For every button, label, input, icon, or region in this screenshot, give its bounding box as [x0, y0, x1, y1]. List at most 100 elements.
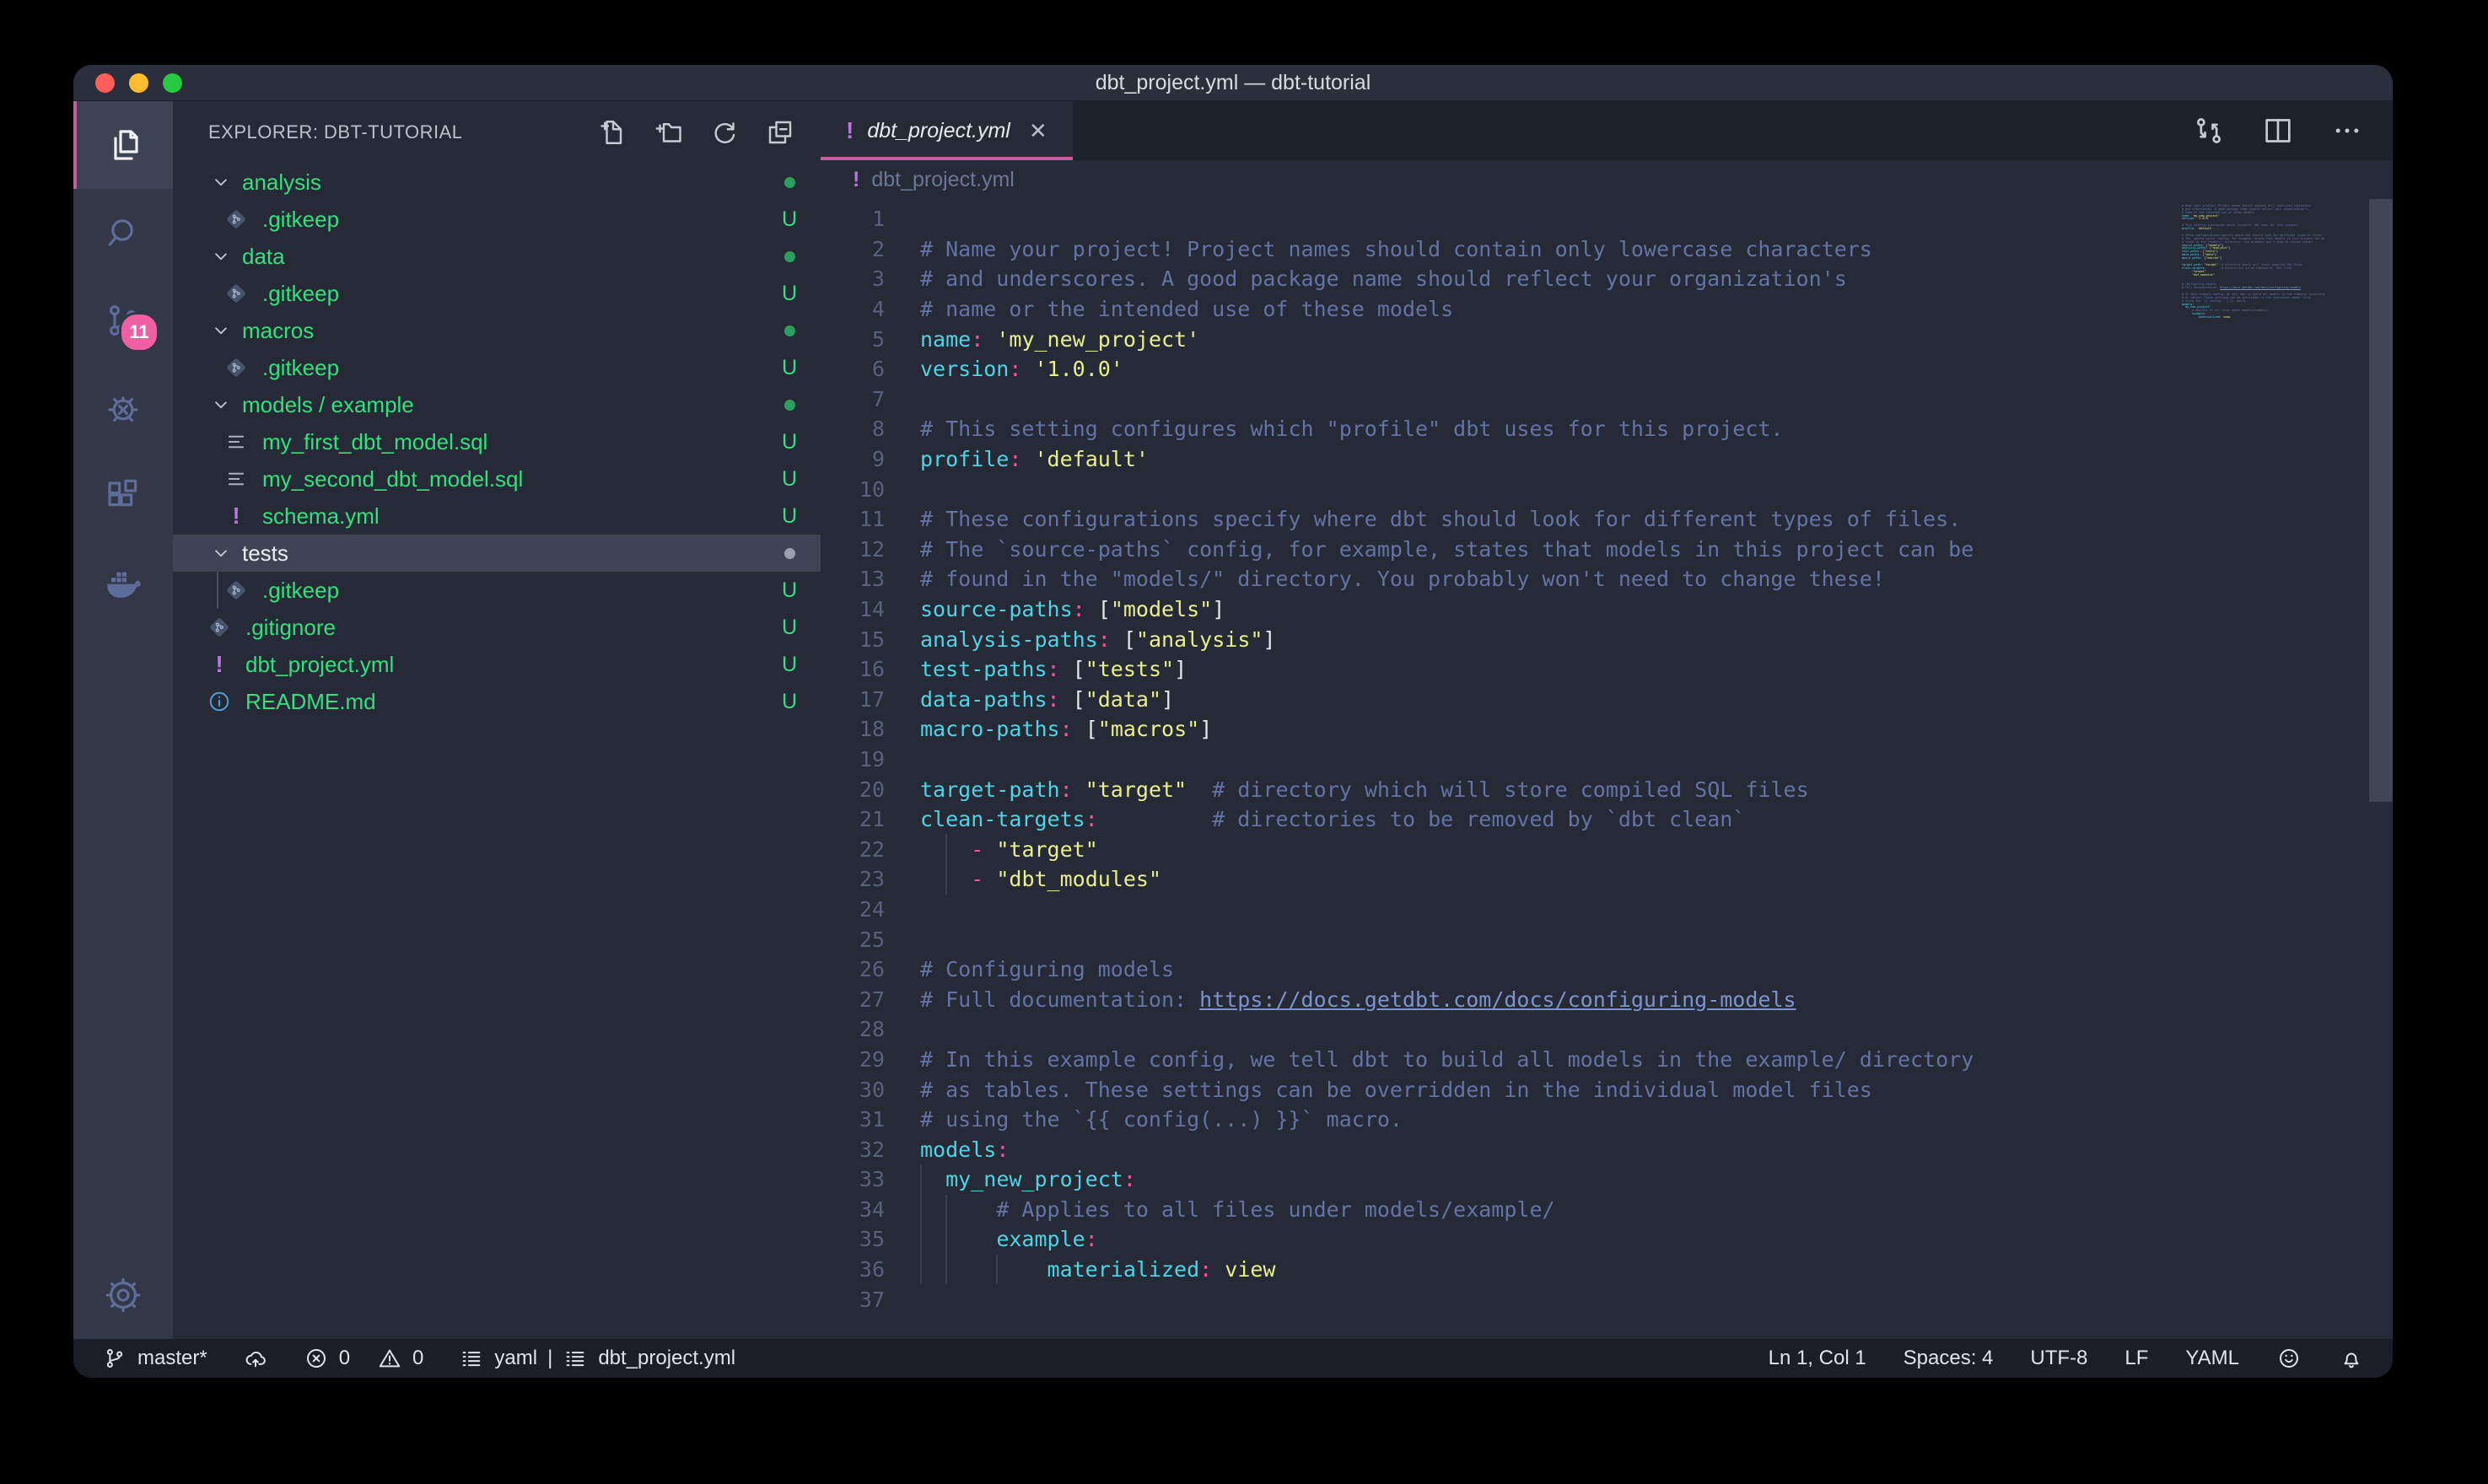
code-line[interactable]: 4# name or the intended use of these mod…	[821, 294, 2393, 325]
code-line[interactable]: 26# Configuring models	[821, 954, 2393, 985]
encoding-item[interactable]: UTF-8	[2030, 1347, 2087, 1370]
tree-item-label: macros	[242, 318, 784, 344]
new-file-button[interactable]	[598, 117, 628, 148]
collapse-all-button[interactable]	[765, 117, 795, 148]
sync-item[interactable]	[243, 1346, 268, 1371]
refresh-button[interactable]	[709, 117, 740, 148]
tree-item-dbt-project-yml[interactable]: !dbt_project.ymlU	[173, 646, 821, 683]
smiley-icon	[2276, 1346, 2302, 1371]
code-line[interactable]: 20target-path: "target" # directory whic…	[821, 774, 2393, 804]
code-line[interactable]: 19	[821, 745, 2393, 775]
more-actions-button[interactable]	[2330, 114, 2364, 148]
tree-item--gitkeep[interactable]: .gitkeepU	[173, 201, 821, 238]
sql-file-icon	[223, 429, 249, 454]
explorer-header: EXPLORER: DBT-TUTORIAL	[173, 101, 821, 164]
cursor-position[interactable]: Ln 1, Col 1	[1769, 1347, 1866, 1370]
activity-source-control[interactable]: 11	[73, 277, 173, 364]
feedback-item[interactable]	[2276, 1346, 2302, 1371]
open-changes-button[interactable]	[2192, 114, 2226, 148]
tree-item-readme-md[interactable]: README.mdU	[173, 683, 821, 720]
problems-item[interactable]: 0 0	[304, 1346, 424, 1371]
error-icon	[304, 1346, 329, 1371]
git-branch-item[interactable]: master*	[102, 1346, 207, 1371]
linter-file: dbt_project.yml	[598, 1347, 735, 1370]
code-line[interactable]: 7	[821, 384, 2393, 415]
language-mode-item[interactable]: YAML	[2185, 1347, 2239, 1370]
tree-item-my-first-dbt-model-sql[interactable]: my_first_dbt_model.sqlU	[173, 423, 821, 460]
code-line[interactable]: 10	[821, 474, 2393, 504]
notifications-item[interactable]	[2339, 1346, 2364, 1371]
code-line[interactable]: 31# using the `{{ config(...) }}` macro.	[821, 1105, 2393, 1135]
code-line[interactable]: 3# and underscores. A good package name …	[821, 264, 2393, 294]
code-line[interactable]: 24	[821, 895, 2393, 925]
code-line[interactable]: 8# This setting configures which "profil…	[821, 414, 2393, 444]
tree-item--gitignore[interactable]: .gitignoreU	[173, 609, 821, 646]
code-line[interactable]: 17data-paths: ["data"]	[821, 685, 2393, 715]
line-number: 8	[821, 417, 885, 441]
minimap[interactable]: # Name your project! Project names shoul…	[2173, 201, 2367, 322]
code-line[interactable]: 21clean-targets: # directories to be rem…	[821, 804, 2393, 835]
code-line[interactable]: 36 materialized: view	[821, 1255, 2393, 1285]
code-line[interactable]: 18macro-paths: ["macros"]	[821, 714, 2393, 745]
code-line[interactable]: 12# The `source-paths` config, for examp…	[821, 535, 2393, 565]
tab-dbt-project-yml[interactable]: ! dbt_project.yml ✕	[821, 101, 1073, 160]
git-untracked-badge: U	[782, 653, 797, 677]
activity-explorer[interactable]	[73, 101, 173, 189]
split-editor-button[interactable]	[2261, 114, 2295, 148]
folder-modified-dot	[784, 400, 795, 411]
tree-item-tests[interactable]: tests	[173, 535, 821, 572]
code-line[interactable]: 30# as tables. These settings can be ove…	[821, 1074, 2393, 1105]
code-line[interactable]: 1	[821, 204, 2393, 234]
code-line[interactable]: 14source-paths: ["models"]	[821, 594, 2393, 625]
activity-search[interactable]	[73, 189, 173, 277]
chevron-down-icon	[210, 171, 232, 193]
code-line[interactable]: 33 my_new_project:	[821, 1164, 2393, 1195]
indentation-item[interactable]: Spaces: 4	[1904, 1347, 1994, 1370]
indent-guide	[920, 1255, 922, 1285]
activity-extensions[interactable]	[73, 452, 173, 540]
code-line[interactable]: 6version: '1.0.0'	[821, 354, 2393, 384]
code-line[interactable]: 28	[821, 1014, 2393, 1045]
tree-item-data[interactable]: data	[173, 238, 821, 275]
code-line[interactable]: 23 - "dbt_modules"	[821, 864, 2393, 895]
code-line[interactable]: 25	[821, 924, 2393, 954]
code-line[interactable]: 37	[821, 1284, 2393, 1315]
code-editor[interactable]: 12# Name your project! Project names sho…	[821, 199, 2393, 1339]
tree-item--gitkeep[interactable]: .gitkeepU	[173, 572, 821, 609]
tree-item-schema-yml[interactable]: !schema.ymlU	[173, 497, 821, 535]
code-line[interactable]: 29# In this example config, we tell dbt …	[821, 1045, 2393, 1075]
new-folder-button[interactable]	[654, 117, 684, 148]
activity-settings[interactable]	[73, 1251, 173, 1339]
code-line[interactable]: 35 example:	[821, 1224, 2393, 1255]
code-line[interactable]: 34 # Applies to all files under models/e…	[821, 1195, 2393, 1225]
code-line[interactable]: 13# found in the "models/" directory. Yo…	[821, 564, 2393, 594]
tree-item--gitkeep[interactable]: .gitkeepU	[173, 275, 821, 312]
code-line[interactable]: 32models:	[821, 1134, 2393, 1164]
close-tab-icon[interactable]: ✕	[1024, 118, 1047, 144]
activity-bar: 11	[73, 101, 173, 1339]
code-line[interactable]: 9profile: 'default'	[821, 444, 2393, 475]
code-line[interactable]: 11# These configurations specify where d…	[821, 504, 2393, 535]
breadcrumb[interactable]: ! dbt_project.yml	[821, 160, 2393, 199]
code-line[interactable]: 5name: 'my_new_project'	[821, 324, 2393, 354]
line-number: 31	[821, 1107, 885, 1132]
code-line[interactable]: 15analysis-paths: ["analysis"]	[821, 624, 2393, 654]
tree-item-macros[interactable]: macros	[173, 312, 821, 349]
editor-scrollbar[interactable]	[2369, 199, 2393, 802]
indent-guide	[945, 1195, 947, 1225]
linter-item[interactable]: yaml | dbt_project.yml	[459, 1346, 735, 1371]
chevron-down-icon	[210, 394, 232, 416]
activity-docker[interactable]	[73, 540, 173, 627]
code-line[interactable]: 2# Name your project! Project names shou…	[821, 234, 2393, 265]
tree-item-my-second-dbt-model-sql[interactable]: my_second_dbt_model.sqlU	[173, 460, 821, 497]
eol-item[interactable]: LF	[2124, 1347, 2148, 1370]
line-number: 34	[821, 1197, 885, 1222]
code-line[interactable]: 22 - "target"	[821, 834, 2393, 864]
activity-debug[interactable]	[73, 364, 173, 452]
code-line[interactable]: 27# Full documentation: https://docs.get…	[821, 984, 2393, 1014]
code-line[interactable]: 16test-paths: ["tests"]	[821, 654, 2393, 685]
line-number: 22	[821, 837, 885, 862]
tree-item--gitkeep[interactable]: .gitkeepU	[173, 349, 821, 386]
tree-item-models-example[interactable]: models / example	[173, 386, 821, 423]
tree-item-analysis[interactable]: analysis	[173, 164, 821, 201]
